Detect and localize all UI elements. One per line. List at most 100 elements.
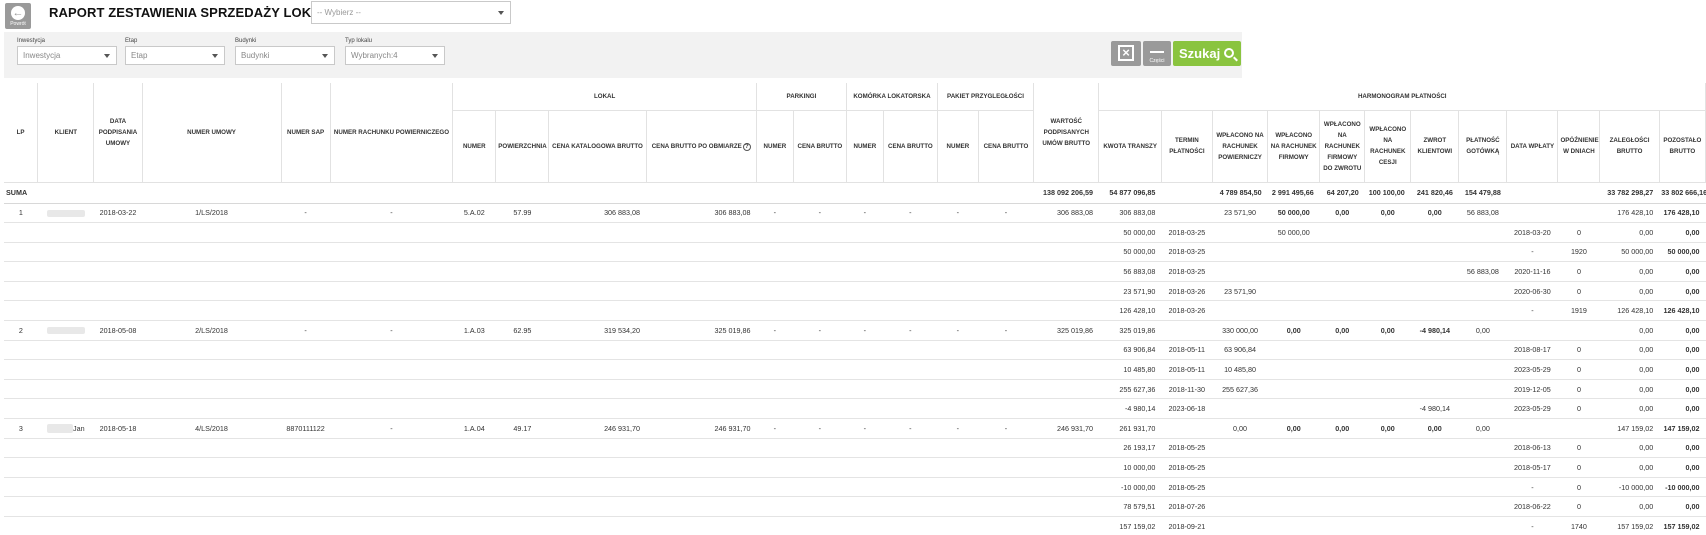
select-value: Inwestycja	[23, 51, 61, 60]
table-cell	[1364, 261, 1411, 282]
table-cell	[330, 496, 453, 517]
col-due-date[interactable]: TERMIN PŁATNOŚCI	[1161, 110, 1213, 183]
table-cell: -10 000,00	[1098, 477, 1162, 498]
table-cell: 63 906,84	[1212, 340, 1268, 361]
table-cell: 56 883,08	[1458, 261, 1507, 282]
table-cell	[452, 477, 496, 498]
col-storage-number[interactable]: NUMER	[846, 110, 884, 183]
col-paid-company[interactable]: WPŁACONO NA RACHUNEK FIRMOWY	[1267, 110, 1321, 183]
col-catalog-price[interactable]: CENA KATALOGOWA BRUTTO	[548, 110, 647, 183]
col-tranche-amount[interactable]: KWOTA TRANSZY	[1098, 110, 1162, 183]
table-cell	[1033, 359, 1099, 380]
group-package: PAKIET PRZYGLEGŁOŚCI	[937, 83, 1035, 111]
table-cell: 1919	[1557, 300, 1600, 322]
table-cell: 0,00	[1599, 320, 1660, 341]
col-sap-no[interactable]: NUMER SAP	[281, 83, 331, 183]
col-delay-days[interactable]: OPÓŹNIENIE W DNIACH	[1557, 110, 1601, 183]
col-unit-number[interactable]: NUMER	[452, 110, 497, 183]
stage-select[interactable]: Etap	[125, 46, 225, 65]
table-cell: 0	[1557, 340, 1600, 361]
table-cell: 147 159,02	[1599, 418, 1660, 439]
col-arrears[interactable]: ZALEGŁOŚCI BRUTTO	[1599, 110, 1660, 183]
table-cell	[452, 398, 496, 420]
table-cell	[37, 379, 94, 400]
col-package-price[interactable]: CENA BRUTTO	[978, 110, 1035, 183]
table-cell	[1410, 340, 1459, 361]
table-cell	[1212, 261, 1268, 282]
table-cell	[978, 281, 1034, 302]
table-cell	[937, 300, 979, 322]
col-price-after-measure[interactable]: CENA BRUTTO PO OBMIARZE?	[646, 110, 757, 183]
table-cell: 63 906,84	[1098, 340, 1162, 361]
table-cell	[756, 300, 794, 322]
col-cash-payment[interactable]: PŁATNOŚĆ GOTÓWKĄ	[1458, 110, 1508, 183]
table-cell: 2018-05-18	[93, 418, 143, 439]
table-cell: 0,00	[1599, 281, 1660, 302]
search-button[interactable]: Szukaj	[1173, 41, 1241, 66]
table-cell: 2019-12-05	[1506, 379, 1558, 400]
col-parking-number[interactable]: NUMER	[756, 110, 794, 183]
col-client[interactable]: KLIENT	[37, 83, 95, 183]
back-button[interactable]: ← Powrót	[5, 3, 31, 29]
col-paid-company-refund[interactable]: WPŁACONO NA RACHUNEK FIRMOWY DO ZWROTU	[1319, 110, 1366, 183]
table-cell	[883, 438, 938, 459]
table-cell	[281, 222, 331, 243]
table-cell: 306 883,08	[1033, 202, 1099, 224]
col-storage-price[interactable]: CENA BRUTTO	[883, 110, 938, 183]
col-contract-no[interactable]: NUMER UMOWY	[142, 83, 282, 183]
col-paid-cession[interactable]: WPŁACONO NA RACHUNEK CESJI	[1364, 110, 1412, 183]
col-lp[interactable]: LP	[4, 83, 39, 183]
sum-client-refund: 241 820,46	[1410, 182, 1459, 204]
col-paid-escrow[interactable]: WPŁACONO NA RACHUNEK POWIERNICZY	[1212, 110, 1269, 183]
report-select[interactable]: -- Wybierz --	[311, 1, 511, 24]
table-cell	[978, 300, 1034, 322]
table-cell: 50 000,00	[1098, 242, 1162, 263]
table-cell	[1267, 496, 1320, 517]
table-cell	[756, 379, 794, 400]
table-cell: 26 193,17	[1098, 438, 1162, 459]
col-area[interactable]: POWIERZCHNIA	[495, 110, 550, 183]
help-icon[interactable]: ?	[742, 142, 751, 151]
table-subrow: -10 000,00 2018-05-25-0 -10 000,00 -10 000,…	[4, 477, 1706, 498]
clear-filters-button[interactable]: ×	[1111, 41, 1141, 66]
table-cell: 0,00	[1319, 320, 1365, 341]
table-cell	[1161, 202, 1213, 224]
table-cell	[1319, 496, 1365, 517]
sum-remaining: 33 802 666,16	[1659, 182, 1706, 204]
table-cell: 8870111122	[281, 418, 331, 439]
table-cell	[1212, 477, 1268, 498]
unit-type-select[interactable]: Wybranych:4	[345, 46, 445, 65]
investment-select[interactable]: Inwestycja	[17, 46, 117, 65]
col-sign-date[interactable]: DATA PODPISANIA UMOWY	[93, 83, 143, 183]
table-cell: 2018-03-25	[1161, 222, 1213, 243]
filter-stage: Etap Etap	[125, 37, 225, 65]
table-cell: -	[1506, 242, 1558, 263]
table-cell	[330, 477, 453, 498]
report-table-wrapper[interactable]: LP KLIENT DATA PODPISANIA UMOWY NUMER UM…	[4, 83, 1706, 535]
table-cell: 0,00	[1659, 379, 1706, 400]
table-cell: 0	[1557, 261, 1600, 282]
col-payment-date[interactable]: DATA WPŁATY	[1506, 110, 1559, 183]
group-parking: PARKINGI	[756, 83, 847, 111]
table-cell: 2018-05-17	[1506, 457, 1558, 478]
col-remaining[interactable]: POZOSTAŁO BRUTTO	[1659, 110, 1706, 183]
table-cell	[330, 242, 453, 263]
table-cell: 2018-05-25	[1161, 457, 1213, 478]
col-client-refund[interactable]: ZWROT KLIENTOWI	[1410, 110, 1460, 183]
col-escrow-no[interactable]: NUMER RACHUNKU POWIERNICZEGO	[330, 83, 454, 183]
table-cell	[142, 261, 282, 282]
col-signed-value[interactable]: WARTOŚĆ PODPISANYCH UMÓW BRUTTO	[1033, 83, 1100, 183]
table-cell	[1364, 379, 1411, 400]
parts-button[interactable]: Części	[1143, 41, 1171, 66]
table-cell: 62.95	[495, 320, 549, 341]
table-cell	[37, 340, 94, 361]
table-cell	[1033, 516, 1099, 535]
col-parking-price[interactable]: CENA BRUTTO	[793, 110, 847, 183]
table-cell	[978, 477, 1034, 498]
sales-report-table: LP KLIENT DATA PODPISANIA UMOWY NUMER UM…	[4, 83, 1706, 535]
table-cell	[495, 281, 549, 302]
table-cell	[93, 222, 143, 243]
buildings-select[interactable]: Budynki	[235, 46, 335, 65]
table-subrow: 126 428,10 2018-03-26-1919 126 428,10 126 4…	[4, 300, 1706, 322]
col-package-number[interactable]: NUMER	[937, 110, 979, 183]
